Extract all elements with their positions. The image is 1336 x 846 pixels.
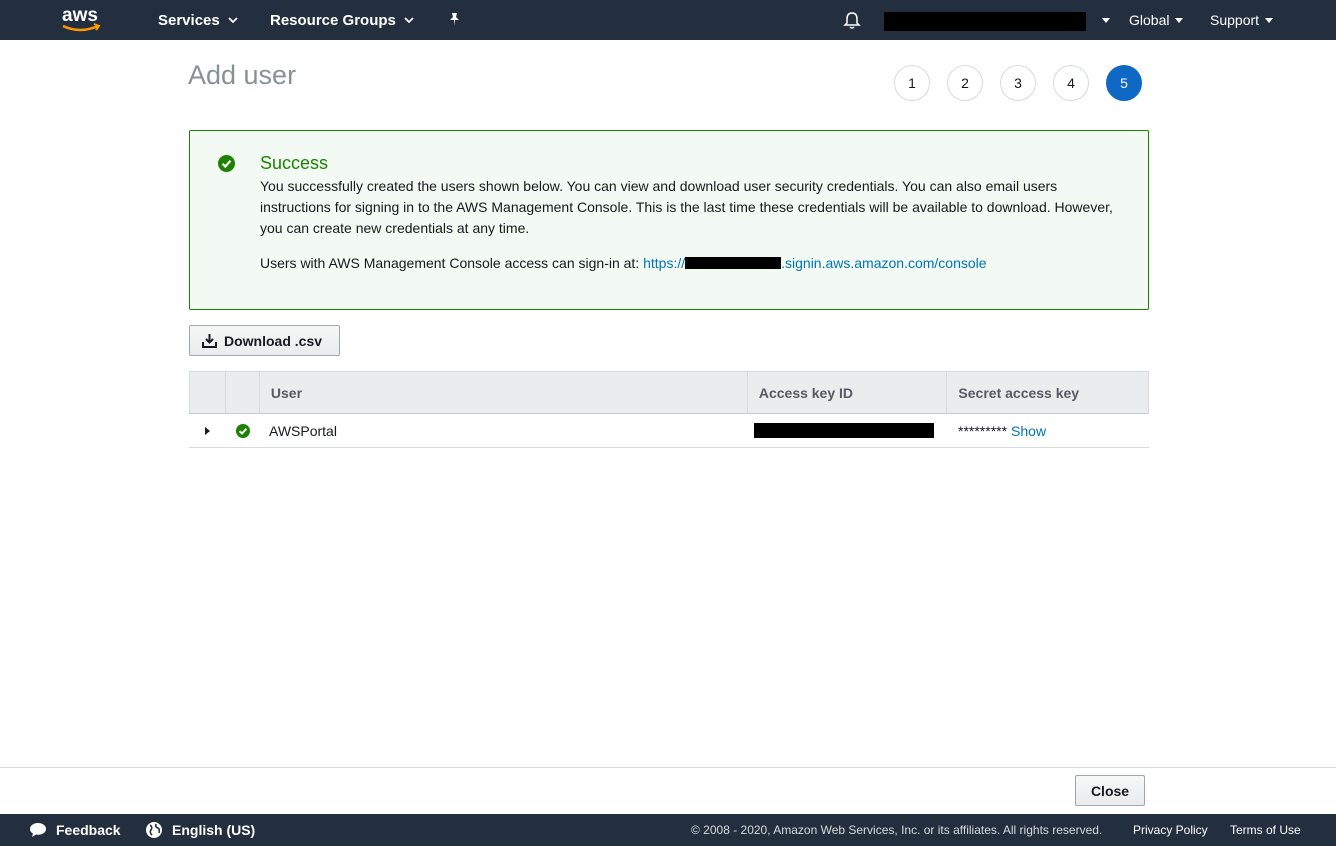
wizard-step-1[interactable]: 1 xyxy=(894,65,930,101)
users-table: User Access key ID Secret access key AWS… xyxy=(189,371,1149,448)
privacy-policy-link[interactable]: Privacy Policy xyxy=(1133,814,1208,846)
access-key-redacted xyxy=(754,423,934,438)
check-circle-icon xyxy=(218,155,235,172)
account-name-redacted[interactable] xyxy=(884,12,1086,31)
alert-body: You successfully created the users shown… xyxy=(260,178,1113,236)
services-label: Services xyxy=(158,11,220,29)
signin-url-start: https:// xyxy=(643,255,686,271)
wizard-step-3[interactable]: 3 xyxy=(1000,65,1036,101)
support-label: Support xyxy=(1210,12,1260,28)
wizard-steps: 12345 xyxy=(894,65,1142,101)
signin-prefix: Users with AWS Management Console access… xyxy=(260,255,640,271)
language-label: English (US) xyxy=(172,822,256,838)
download-icon xyxy=(202,334,217,348)
expand-cell xyxy=(189,414,225,447)
download-csv-button[interactable]: Download .csv xyxy=(189,325,340,356)
services-menu[interactable]: Services xyxy=(158,0,238,40)
speech-bubble-icon xyxy=(30,823,46,837)
aws-logo[interactable]: aws xyxy=(60,5,104,35)
bell-icon[interactable] xyxy=(843,11,861,30)
access-key-cell xyxy=(748,414,948,447)
header-access-key-id[interactable]: Access key ID xyxy=(748,372,948,413)
console-signin-link[interactable]: https:// .signin.aws.amazon.com/console xyxy=(643,255,986,271)
success-alert: Success You successfully created the use… xyxy=(189,130,1149,310)
feedback-label: Feedback xyxy=(56,822,121,838)
resource-groups-label: Resource Groups xyxy=(270,11,396,29)
page-title: Add user xyxy=(188,60,297,90)
wizard-step-5: 5 xyxy=(1106,65,1142,101)
resource-groups-menu[interactable]: Resource Groups xyxy=(270,0,414,40)
header-user[interactable]: User xyxy=(260,372,748,413)
close-button[interactable]: Close xyxy=(1075,775,1145,806)
header-secret-access-key[interactable]: Secret access key xyxy=(947,372,1148,413)
user-cell: AWSPortal xyxy=(269,422,337,439)
aws-logo-text: aws xyxy=(62,5,98,26)
table-header: User Access key ID Secret access key xyxy=(189,371,1149,414)
secret-key-cell: ********* Show xyxy=(948,414,1149,447)
caret-down-icon xyxy=(1175,17,1184,23)
caret-down-icon xyxy=(1265,17,1274,23)
wizard-step-4[interactable]: 4 xyxy=(1053,65,1089,101)
check-circle-icon xyxy=(236,423,250,438)
account-id-redacted xyxy=(685,257,782,269)
region-menu[interactable]: Global xyxy=(1129,0,1184,40)
signin-url-end: .signin.aws.amazon.com/console xyxy=(781,255,987,271)
chevron-down-icon xyxy=(228,17,238,24)
wizard-step-2[interactable]: 2 xyxy=(947,65,983,101)
alert-title: Success xyxy=(260,153,329,173)
table-row: AWSPortal ********* Show xyxy=(189,414,1149,448)
region-label: Global xyxy=(1129,12,1170,28)
account-menu-caret[interactable] xyxy=(1096,0,1110,40)
globe-icon xyxy=(146,822,162,838)
language-selector[interactable]: English (US) xyxy=(145,814,255,846)
show-secret-link[interactable]: Show xyxy=(1011,423,1046,439)
caret-down-icon xyxy=(1102,17,1110,23)
support-menu[interactable]: Support xyxy=(1210,0,1274,40)
chevron-down-icon xyxy=(404,17,414,24)
header-status-col xyxy=(226,372,260,413)
top-navigation-bar: aws Services Resource Groups Global Supp… xyxy=(0,0,1336,40)
download-csv-label: Download .csv xyxy=(224,332,323,349)
copyright-text: © 2008 - 2020, Amazon Web Services, Inc.… xyxy=(691,823,1103,837)
terms-of-use-link[interactable]: Terms of Use xyxy=(1230,814,1301,846)
secret-key-mask: ********* xyxy=(958,422,1008,439)
footer-divider xyxy=(0,767,1336,768)
console-footer-bar: Feedback English (US) © 2008 - 2020, Ama… xyxy=(0,814,1336,846)
header-expand-col xyxy=(190,372,226,413)
status-cell xyxy=(225,414,259,447)
pin-icon[interactable] xyxy=(448,12,461,27)
expand-caret-icon[interactable] xyxy=(205,426,210,435)
feedback-button[interactable]: Feedback xyxy=(29,814,121,846)
signin-info: Users with AWS Management Console access… xyxy=(260,255,987,271)
